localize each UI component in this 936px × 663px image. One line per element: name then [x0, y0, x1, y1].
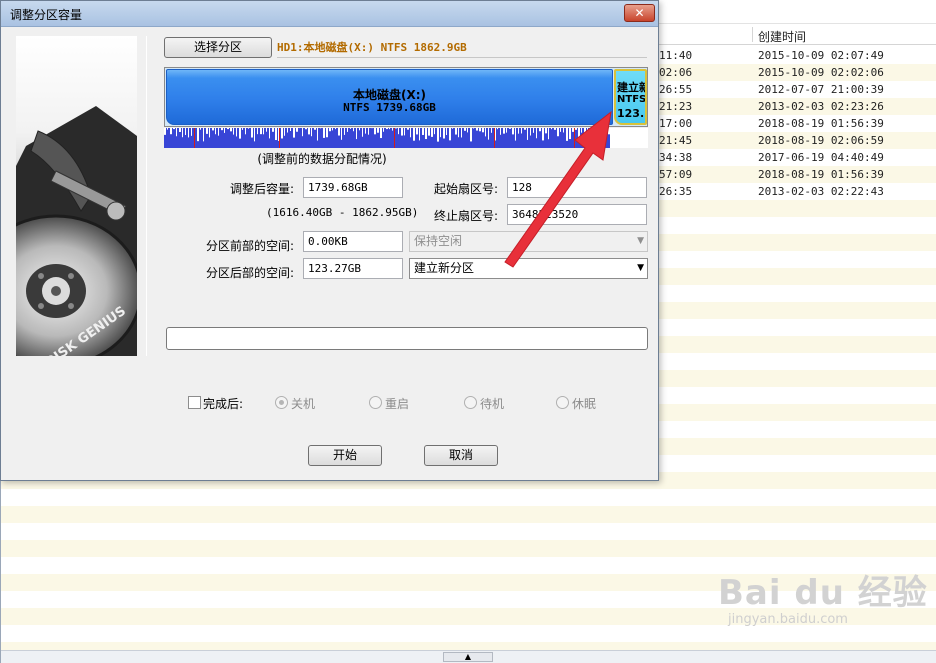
annotation-arrow-icon	[504, 110, 612, 268]
